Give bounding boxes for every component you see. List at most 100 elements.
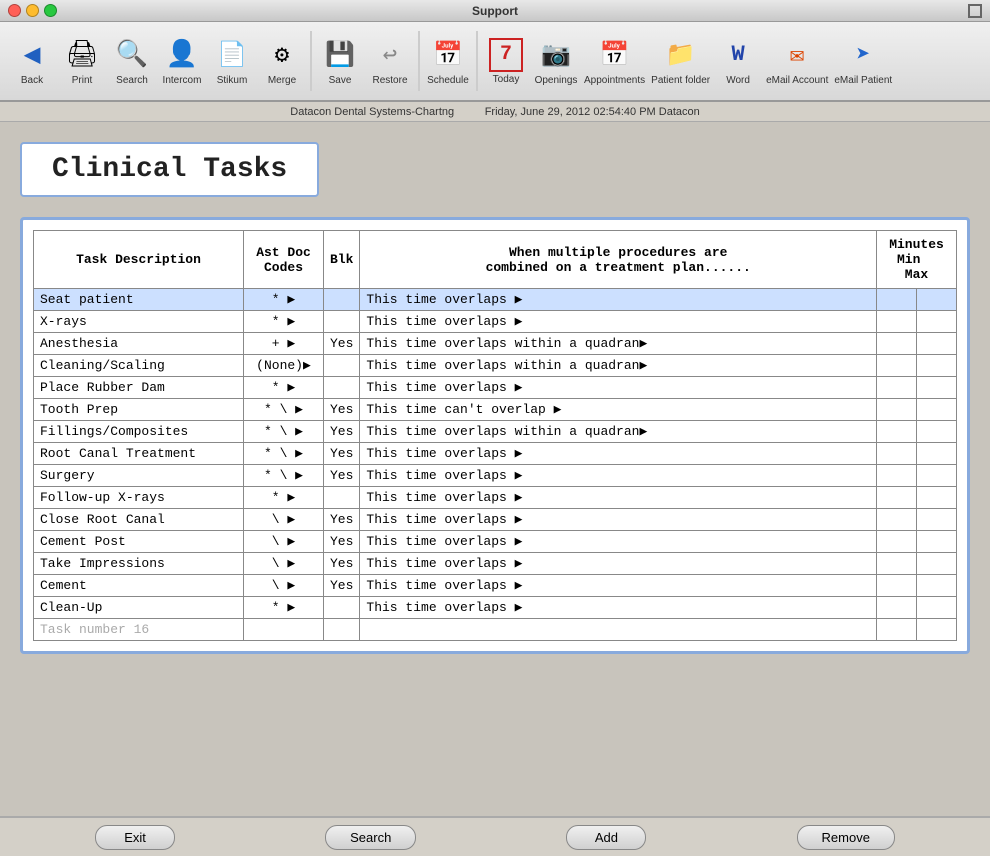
ast-doc-cell: \ ▶	[244, 509, 324, 531]
stikum-label: Stikum	[217, 75, 248, 86]
ast-doc-cell: * \ ▶	[244, 443, 324, 465]
title-bar: Support	[0, 0, 990, 22]
table-row[interactable]: Fillings/Composites* \ ▶YesThis time ove…	[34, 421, 957, 443]
remove-button[interactable]: Remove	[797, 825, 895, 850]
task-name-cell: Fillings/Composites	[34, 421, 244, 443]
overlap-cell: This time overlaps ▶	[360, 597, 877, 619]
print-icon: 🖨	[64, 37, 100, 73]
appointments-button[interactable]: 📅 Appointments	[582, 26, 647, 96]
patient-folder-button[interactable]: 📁 Patient folder	[649, 26, 712, 96]
toolbar: ◀ Back 🖨 Print 🔍 Search 👤 Intercom 📄 Sti…	[0, 22, 990, 102]
table-row[interactable]: Tooth Prep* \ ▶YesThis time can't overla…	[34, 399, 957, 421]
table-row[interactable]: Take Impressions\ ▶YesThis time overlaps…	[34, 553, 957, 575]
email-patient-label: eMail Patient	[834, 75, 892, 86]
overlap-cell: This time overlaps within a quadran▶	[360, 355, 877, 377]
resize-icon[interactable]	[968, 4, 982, 18]
email-account-label: eMail Account	[766, 75, 828, 86]
clinical-tasks-title: Clinical Tasks	[52, 154, 287, 185]
schedule-button[interactable]: 📅 Schedule	[424, 26, 472, 96]
search-toolbar-button[interactable]: 🔍 Search	[108, 26, 156, 96]
overlap-cell: This time overlaps ▶	[360, 553, 877, 575]
blk-cell: Yes	[324, 531, 360, 553]
ast-doc-cell: * ▶	[244, 487, 324, 509]
max-cell	[917, 465, 957, 487]
maximize-button[interactable]	[44, 4, 57, 17]
today-button[interactable]: 7 Today	[482, 26, 530, 96]
blk-cell: Yes	[324, 465, 360, 487]
min-cell	[877, 575, 917, 597]
blk-cell: Yes	[324, 575, 360, 597]
task-name-cell: Cement Post	[34, 531, 244, 553]
ast-doc-cell: * ▶	[244, 597, 324, 619]
intercom-button[interactable]: 👤 Intercom	[158, 26, 206, 96]
blk-cell	[324, 487, 360, 509]
email-patient-button[interactable]: ➤ eMail Patient	[832, 26, 894, 96]
overlap-cell: This time overlaps ▶	[360, 443, 877, 465]
blk-cell	[324, 597, 360, 619]
ast-doc-cell: * ▶	[244, 311, 324, 333]
merge-button[interactable]: ⚙ Merge	[258, 26, 306, 96]
max-cell	[917, 443, 957, 465]
overlap-cell: This time overlaps within a quadran▶	[360, 333, 877, 355]
min-cell	[877, 311, 917, 333]
email-account-button[interactable]: ✉ eMail Account	[764, 26, 830, 96]
exit-button[interactable]: Exit	[95, 825, 175, 850]
table-row[interactable]: Root Canal Treatment* \ ▶YesThis time ov…	[34, 443, 957, 465]
table-row[interactable]: Cleaning/Scaling(None)▶This time overlap…	[34, 355, 957, 377]
openings-button[interactable]: 📷 Openings	[532, 26, 580, 96]
max-cell	[917, 377, 957, 399]
back-icon: ◀	[14, 37, 50, 73]
window-controls[interactable]	[8, 4, 57, 17]
word-button[interactable]: W Word	[714, 26, 762, 96]
task-name-cell: Tooth Prep	[34, 399, 244, 421]
max-cell	[917, 531, 957, 553]
search-button[interactable]: Search	[325, 825, 416, 850]
overlap-cell: This time overlaps ▶	[360, 377, 877, 399]
table-row[interactable]: Seat patient* ▶This time overlaps ▶	[34, 289, 957, 311]
table-row[interactable]: Surgery* \ ▶YesThis time overlaps ▶	[34, 465, 957, 487]
close-button[interactable]	[8, 4, 21, 17]
table-row[interactable]: X-rays* ▶This time overlaps ▶	[34, 311, 957, 333]
stikum-button[interactable]: 📄 Stikum	[208, 26, 256, 96]
restore-button[interactable]: ↩ Restore	[366, 26, 414, 96]
header-multiple-procedures: When multiple procedures arecombined on …	[360, 231, 877, 289]
search-icon: 🔍	[114, 37, 150, 73]
task-name-cell: Seat patient	[34, 289, 244, 311]
word-label: Word	[726, 75, 750, 86]
blk-cell	[324, 355, 360, 377]
print-button[interactable]: 🖨 Print	[58, 26, 106, 96]
min-cell	[877, 597, 917, 619]
table-row[interactable]: Cement\ ▶YesThis time overlaps ▶	[34, 575, 957, 597]
back-button[interactable]: ◀ Back	[8, 26, 56, 96]
print-label: Print	[72, 75, 93, 86]
max-cell	[917, 509, 957, 531]
overlap-cell: This time overlaps ▶	[360, 311, 877, 333]
word-icon: W	[720, 37, 756, 73]
table-row[interactable]: Task number 16	[34, 619, 957, 641]
separator-3	[476, 31, 478, 91]
email-account-icon: ✉	[779, 37, 815, 73]
table-row[interactable]: Clean-Up* ▶This time overlaps ▶	[34, 597, 957, 619]
max-cell	[917, 553, 957, 575]
max-cell	[917, 575, 957, 597]
search-toolbar-label: Search	[116, 75, 148, 86]
min-cell	[877, 531, 917, 553]
overlap-cell: This time overlaps within a quadran▶	[360, 421, 877, 443]
table-row[interactable]: Follow-up X-rays* ▶This time overlaps ▶	[34, 487, 957, 509]
overlap-cell: This time overlaps ▶	[360, 289, 877, 311]
save-button[interactable]: 💾 Save	[316, 26, 364, 96]
back-label: Back	[21, 75, 43, 86]
blk-cell: Yes	[324, 509, 360, 531]
table-row[interactable]: Cement Post\ ▶YesThis time overlaps ▶	[34, 531, 957, 553]
tasks-table: Task Description Ast DocCodes Blk When m…	[33, 230, 957, 641]
table-row[interactable]: Place Rubber Dam* ▶This time overlaps ▶	[34, 377, 957, 399]
email-patient-icon: ➤	[845, 37, 881, 73]
table-row[interactable]: Anesthesia+ ▶YesThis time overlaps withi…	[34, 333, 957, 355]
task-name-cell: Anesthesia	[34, 333, 244, 355]
table-row[interactable]: Close Root Canal\ ▶YesThis time overlaps…	[34, 509, 957, 531]
min-cell	[877, 399, 917, 421]
task-name-cell: Cement	[34, 575, 244, 597]
minimize-button[interactable]	[26, 4, 39, 17]
min-cell	[877, 377, 917, 399]
add-button[interactable]: Add	[566, 825, 646, 850]
